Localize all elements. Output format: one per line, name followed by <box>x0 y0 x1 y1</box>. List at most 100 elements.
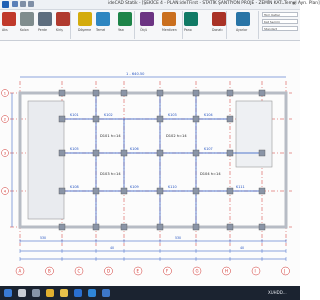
window-title: ideCAD Statik - [ŞEKİCE 4 - PLAN:ideTFir… <box>108 1 320 6</box>
ribbon-dropdown-0[interactable]: Tüm Katlar <box>262 12 298 17</box>
close-icon[interactable]: × <box>292 1 296 7</box>
slab-tag: D103 h=14 <box>100 172 121 176</box>
ribbon-tool-3[interactable] <box>56 12 70 26</box>
ribbon-tool-8[interactable] <box>162 12 176 26</box>
app-logo-icon <box>2 1 9 8</box>
column <box>156 115 164 123</box>
ribbon-tool-label: Yazı <box>118 28 125 32</box>
axis-bubble-label: A <box>19 269 22 274</box>
column <box>226 223 234 231</box>
taskview-icon[interactable] <box>32 289 40 297</box>
ribbon-tool-label: Merdiven <box>162 28 177 32</box>
column <box>192 187 200 195</box>
column <box>226 187 234 195</box>
minimize-icon[interactable]: – <box>282 1 285 7</box>
column <box>226 115 234 123</box>
ribbon-tool-6[interactable] <box>118 12 132 26</box>
ribbon-dropdown-1[interactable]: Kat Seçimi <box>262 19 298 24</box>
ribbon-tool-label: Perde <box>38 28 48 32</box>
column <box>58 115 66 123</box>
column <box>258 89 266 97</box>
ribbon-separator <box>182 11 183 39</box>
slab-tag: D102 h=14 <box>166 134 187 138</box>
ribbon-tool-label: Ölçü <box>140 28 148 32</box>
beam-tag: K109 <box>130 185 139 189</box>
save-icon[interactable] <box>12 1 18 7</box>
axis-bubble-label: J <box>283 269 285 274</box>
title-bar: ideCAD Statik - [ŞEKİCE 4 - PLAN:ideTFir… <box>0 0 320 10</box>
ideCAD-icon[interactable] <box>74 289 82 297</box>
redo-icon[interactable] <box>28 1 34 7</box>
ribbon-tool-4[interactable] <box>78 12 92 26</box>
ribbon-tool-label: Kiriş <box>56 28 63 32</box>
search-icon[interactable] <box>18 289 26 297</box>
ribbon-tool-label: Pano <box>184 28 192 32</box>
column <box>120 89 128 97</box>
ribbon-toolbar: Aks Kolon Perde Kiriş Döşeme Temel Yazı Ölçü Mer… <box>0 10 300 46</box>
column <box>192 89 200 97</box>
ribbon-tool-label: Kolon <box>20 28 29 32</box>
tray-status-text: XUHDD... <box>268 290 287 295</box>
column <box>120 223 128 231</box>
slab-tag: D101 h=14 <box>100 134 121 138</box>
beam-tag: K104 <box>204 113 213 117</box>
start-icon[interactable] <box>4 289 12 297</box>
column <box>156 149 164 157</box>
beam-tag: K101 <box>70 113 79 117</box>
row-bubble-label: 2 <box>4 117 6 121</box>
column <box>92 89 100 97</box>
chrome-icon[interactable] <box>46 289 54 297</box>
stair-core <box>27 100 65 220</box>
column <box>226 89 234 97</box>
beam-tag: K107 <box>204 147 213 151</box>
ribbon-tool-10[interactable] <box>212 12 226 26</box>
explorer-icon[interactable] <box>60 289 68 297</box>
beam-tag: K106 <box>130 147 139 151</box>
ribbon-separator <box>134 11 135 39</box>
column <box>226 149 234 157</box>
axis-bubble-label: G <box>196 269 199 274</box>
dimension-text: 40 <box>110 246 114 250</box>
column <box>58 149 66 157</box>
ribbon-tool-11[interactable] <box>236 12 250 26</box>
axis-bubble-label: I <box>255 269 256 274</box>
column <box>120 187 128 195</box>
axis-bubble <box>251 266 261 276</box>
ribbon-tool-1[interactable] <box>20 12 34 26</box>
service-core <box>235 100 273 168</box>
ribbon-dropdown-2[interactable]: Standart <box>262 26 298 31</box>
column <box>258 187 266 195</box>
beam-tag: K111 <box>236 185 245 189</box>
ribbon-tool-7[interactable] <box>140 12 154 26</box>
column <box>156 89 164 97</box>
ribbon-tool-label: Ayarlar <box>236 28 248 32</box>
column <box>258 149 266 157</box>
beam-tag: K110 <box>168 185 177 189</box>
edge-icon[interactable] <box>88 289 96 297</box>
column <box>192 115 200 123</box>
column <box>92 187 100 195</box>
axis-bubble <box>281 266 290 276</box>
ribbon-tool-2[interactable] <box>38 12 52 26</box>
ribbon-separator <box>258 11 259 39</box>
dimension-text: 1 - 640.50 <box>126 72 145 76</box>
ribbon-separator <box>226 11 227 39</box>
beam-tag: K105 <box>70 147 79 151</box>
drawing-canvas[interactable]: K101 K102 K103 K104 K105 K106 K107 K108 K109 K110… <box>0 41 300 286</box>
column <box>92 223 100 231</box>
column <box>58 187 66 195</box>
undo-icon[interactable] <box>20 1 26 7</box>
ribbon-tool-9[interactable] <box>184 12 198 26</box>
mail-icon[interactable] <box>102 289 110 297</box>
axis-bubble-label: H <box>225 269 228 274</box>
column <box>156 223 164 231</box>
dimension-text: 40 <box>240 246 244 250</box>
taskbar: XUHDD... <box>0 286 300 300</box>
axis-bubble-label: B <box>48 269 51 274</box>
ribbon-tool-label: Döşeme <box>78 28 92 32</box>
floor-plan[interactable]: K101 K102 K103 K104 K105 K106 K107 K108 K109 K110… <box>0 41 300 286</box>
beam-tag: K108 <box>70 185 79 189</box>
beam-tag: K102 <box>104 113 113 117</box>
ribbon-tool-5[interactable] <box>96 12 110 26</box>
ribbon-tool-0[interactable] <box>2 12 16 26</box>
